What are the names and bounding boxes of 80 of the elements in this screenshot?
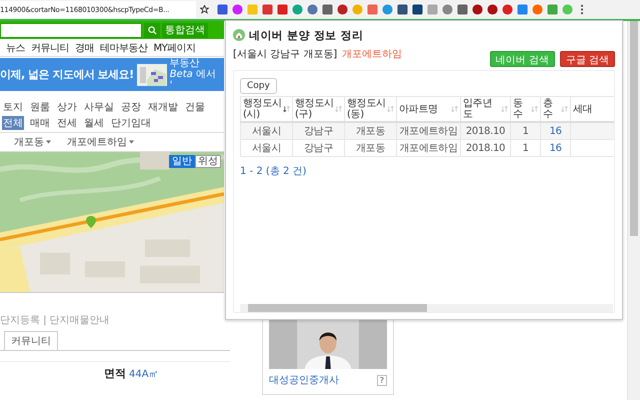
scrollbar-thumb[interactable] <box>630 21 638 236</box>
map-view-toggle[interactable]: 일반 <box>169 155 195 168</box>
scrollbar-thumb[interactable] <box>248 304 428 312</box>
popup-title: 네이버 분양 정보 정리 <box>249 28 364 42</box>
area-label: 면적 <box>104 366 126 381</box>
table-cell: 2018.10 <box>460 140 510 156</box>
extension-icon[interactable] <box>487 4 498 15</box>
map-view-toggle[interactable]: 위성 <box>195 155 221 168</box>
star-icon[interactable] <box>200 5 209 14</box>
nav-link[interactable]: 테마부동산 <box>100 40 148 54</box>
table-cell: 개포동 <box>344 122 396 140</box>
table-cell: 개포에트하임 <box>396 140 460 156</box>
breadcrumb-dropdown[interactable]: 개포동 <box>14 135 51 149</box>
sort-icon[interactable] <box>335 105 342 113</box>
nav-link[interactable]: 커뮤니티 <box>31 40 69 54</box>
deal-type-filter[interactable]: 단기임대 <box>110 116 152 130</box>
horizontal-scrollbar[interactable] <box>240 304 613 312</box>
menu-icon[interactable] <box>580 4 584 15</box>
banner-text: 이제, 넓은 지도에서 보세요! <box>0 67 134 82</box>
extension-icon[interactable] <box>457 4 468 15</box>
property-type-link[interactable]: 공장 <box>120 100 142 114</box>
table-cell: 16 <box>540 140 570 156</box>
table-cell: 서울시 <box>240 122 292 140</box>
table-cell: 1 <box>510 122 540 140</box>
table-cell: 1 <box>510 140 540 156</box>
help-badge[interactable]: ? <box>376 374 387 386</box>
community-tab[interactable]: 커뮤니티 <box>4 331 58 350</box>
complex-name: 개포에트하임 <box>342 48 402 61</box>
extension-icon[interactable] <box>322 4 333 15</box>
extension-icon[interactable] <box>397 4 408 15</box>
extension-icon[interactable] <box>217 4 228 15</box>
caret-icon <box>46 140 51 144</box>
property-type-link[interactable]: 건물 <box>184 100 206 114</box>
area-value: 44A㎡ <box>129 368 159 381</box>
extension-icon[interactable] <box>472 4 483 15</box>
scrollbar[interactable] <box>627 21 640 400</box>
sort-icon[interactable] <box>501 105 508 113</box>
table-cell: 강남구 <box>292 140 344 156</box>
location-text: [서울시 강남구 개포동] <box>233 48 338 61</box>
extension-icon[interactable] <box>307 4 318 15</box>
nav-link[interactable]: MY페이지 <box>154 40 196 54</box>
nav-link[interactable]: 뉴스 <box>6 40 25 54</box>
property-type-link[interactable]: 상가 <box>56 100 78 114</box>
property-type-link[interactable]: 재개발 <box>147 100 179 114</box>
sort-desc-icon[interactable] <box>283 105 290 113</box>
search-button[interactable] <box>144 22 160 38</box>
sort-icon[interactable] <box>387 105 394 113</box>
extension-icon[interactable] <box>412 4 423 15</box>
agent-name-link[interactable]: 대성공인중개사 <box>269 373 339 387</box>
sort-icon[interactable] <box>451 105 458 113</box>
property-type-link[interactable]: 사무실 <box>83 100 115 114</box>
sort-icon[interactable] <box>531 105 538 113</box>
house-icon <box>233 29 245 41</box>
pagination-info: 1 - 2 (총 2 건) <box>240 165 308 178</box>
deal-type-filter[interactable]: 매매 <box>29 116 51 130</box>
extension-icon[interactable] <box>262 4 273 15</box>
search-button[interactable]: 구글 검색 <box>560 51 615 67</box>
breadcrumb-dropdown[interactable]: 개포에트하임 <box>67 135 134 149</box>
table-cell: 서울시 <box>240 140 292 156</box>
extension-icon[interactable] <box>277 4 288 15</box>
property-type-link[interactable]: 원룸 <box>29 100 51 114</box>
table-cell: 개포동 <box>344 140 396 156</box>
table-cell: 개포에트하임 <box>396 122 460 140</box>
extension-icon[interactable] <box>337 4 348 15</box>
property-type-link[interactable]: 토지 <box>2 100 24 114</box>
deal-type-filter[interactable]: 전세 <box>56 116 78 130</box>
banner-promo-text: 부동산 Beta 에서 ' <box>170 58 217 91</box>
map-thumbnail-icon <box>136 64 167 86</box>
deal-type-filter[interactable]: 월세 <box>83 116 105 130</box>
caret-icon <box>129 140 134 144</box>
extension-icon[interactable] <box>502 4 513 15</box>
table-cell: 2018.10 <box>460 122 510 140</box>
search-field[interactable] <box>0 22 142 38</box>
sort-icon[interactable] <box>561 105 568 113</box>
deal-type-filter[interactable]: 전체 <box>2 116 24 130</box>
nav-link[interactable]: 경매 <box>75 40 94 54</box>
copy-button[interactable]: Copy <box>240 78 277 94</box>
table-cell: 16 <box>540 122 570 140</box>
search-icon <box>148 26 156 34</box>
table-cell: 강남구 <box>292 122 344 140</box>
